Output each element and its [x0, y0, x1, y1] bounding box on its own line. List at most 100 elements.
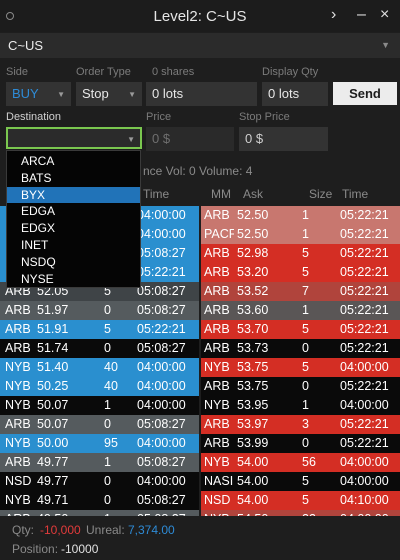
symbol-selector[interactable]: C~US ▼	[0, 33, 400, 58]
bid-row[interactable]: NYB 49.71 0 05:08:27	[0, 491, 199, 510]
bid-size: 40	[104, 360, 118, 374]
ask-row[interactable]: ARB 53.70 5 05:22:21	[201, 320, 400, 339]
ask-price: 53.75	[237, 379, 269, 393]
ask-row[interactable]: ARB 53.75 0 05:22:21	[201, 377, 400, 396]
ask-time: 05:22:21	[340, 303, 389, 317]
bid-time: 05:08:27	[137, 303, 186, 317]
bid-row[interactable]: ARB 51.74 0 05:08:27	[0, 339, 199, 358]
bid-row[interactable]: NSD 49.77 0 04:00:00	[0, 472, 199, 491]
bid-time: 05:22:21	[137, 265, 186, 279]
bid-mm: ARB	[5, 341, 31, 355]
destination-option-arca[interactable]: ARCA	[7, 153, 140, 169]
destination-option-byx[interactable]: BYX	[7, 186, 140, 203]
chevron-right-icon[interactable]: ›	[331, 6, 336, 24]
side-select[interactable]: BUY ▼	[6, 82, 71, 106]
bid-row[interactable]: ARB49.50 1 05:08:27	[0, 510, 199, 516]
ask-price-header: Ask	[243, 187, 264, 201]
ask-row[interactable]: NYB 53.75 5 04:00:00	[201, 358, 400, 377]
ask-price: 54.00	[237, 493, 269, 507]
destination-select[interactable]: ▼	[6, 127, 142, 149]
destination-option-edga[interactable]: EDGA	[7, 203, 140, 219]
ask-time: 05:22:21	[340, 322, 389, 336]
destination-option-edgx[interactable]: EDGX	[7, 220, 140, 236]
send-button[interactable]: Send	[333, 82, 397, 105]
shares-input[interactable]: 0 lots	[146, 82, 257, 106]
stop-price-input[interactable]: 0 $	[239, 127, 328, 151]
bid-row[interactable]: NYB 50.07 1 04:00:00	[0, 396, 199, 415]
destination-option-nyse[interactable]: NYSE	[7, 271, 140, 287]
bid-price: 51.97	[37, 303, 69, 317]
display-qty-input[interactable]: 0 lots	[262, 82, 328, 106]
bid-mm: NYB	[5, 360, 31, 374]
ask-size: 1	[302, 227, 309, 241]
ask-row[interactable]: NYB54.50 22 04:00:00	[201, 510, 400, 516]
bid-time: 05:22:21	[137, 322, 186, 336]
ask-row[interactable]: PACF 52.50 1 05:22:21	[201, 225, 400, 244]
destination-option-inet[interactable]: INET	[7, 237, 140, 253]
ask-size: 5	[302, 265, 309, 279]
display-qty-value: 0 lots	[268, 86, 300, 101]
symbol-value: C~US	[8, 38, 44, 53]
qty-label: Qty:	[12, 523, 35, 537]
ask-row[interactable]: NYB 53.95 1 04:00:00	[201, 396, 400, 415]
ask-mm: NYB	[204, 398, 230, 412]
ask-size: 0	[302, 341, 309, 355]
bid-time: 04:00:00	[137, 379, 186, 393]
price-input[interactable]: 0 $	[146, 127, 234, 151]
ask-mm: NYB	[204, 510, 234, 516]
close-icon[interactable]: ×	[380, 6, 389, 24]
order-type-label: Order Type	[76, 66, 131, 78]
bid-row[interactable]: NYB 51.40 40 04:00:00	[0, 358, 199, 377]
ask-row[interactable]: NASI 54.00 5 04:00:00	[201, 472, 400, 491]
ask-time: 05:22:21	[340, 246, 389, 260]
ask-price: 53.20	[237, 265, 269, 279]
bid-row[interactable]: ARB 49.77 1 05:08:27	[0, 453, 199, 472]
bid-size: 1	[104, 455, 111, 469]
ask-row[interactable]: ARB 53.60 1 05:22:21	[201, 301, 400, 320]
ask-mm: ARB	[204, 303, 230, 317]
chevron-down-icon: ▼	[57, 90, 65, 99]
unreal-label: Unreal:	[86, 523, 125, 537]
bid-mm: NSD	[5, 474, 32, 488]
destination-option-bats[interactable]: BATS	[7, 170, 140, 186]
ask-size: 3	[302, 417, 309, 431]
ask-price: 54.00	[237, 455, 269, 469]
ask-row[interactable]: ARB 53.52 7 05:22:21	[201, 282, 400, 301]
ask-row[interactable]: ARB 53.73 0 05:22:21	[201, 339, 400, 358]
bid-row[interactable]: NYB 50.00 95 04:00:00	[0, 434, 199, 453]
ask-price: 53.75	[237, 360, 269, 374]
ask-row[interactable]: NSD 54.00 5 04:10:00	[201, 491, 400, 510]
price-value: 0 $	[152, 131, 171, 146]
ask-mm: ARB	[204, 265, 230, 279]
ask-row[interactable]: ARB 53.99 0 05:22:21	[201, 434, 400, 453]
bid-mm: NYB	[5, 436, 31, 450]
bid-row[interactable]: NYB 50.25 40 04:00:00	[0, 377, 199, 396]
minimize-icon[interactable]: –	[357, 6, 366, 24]
bid-time: 05:08:27	[137, 341, 186, 355]
ask-size: 0	[302, 436, 309, 450]
position-value: -10000	[61, 542, 99, 556]
ask-row[interactable]: ARB 52.98 5 05:22:21	[201, 244, 400, 263]
bid-row[interactable]: ARB 50.07 0 05:08:27	[0, 415, 199, 434]
ask-size: 7	[302, 284, 309, 298]
ask-size: 56	[302, 455, 316, 469]
bid-time: 04:00:00	[137, 360, 186, 374]
ask-row[interactable]: NYB 54.00 56 04:00:00	[201, 453, 400, 472]
bid-time: 05:08:27	[137, 246, 186, 260]
bid-price: 51.40	[37, 360, 69, 374]
bid-row[interactable]: ARB 51.97 0 05:08:27	[0, 301, 199, 320]
shares-label: 0 shares	[152, 66, 195, 78]
display-qty-label: Display Qty	[262, 66, 319, 78]
ask-price: 52.98	[237, 246, 269, 260]
bid-mm: NYB	[5, 379, 31, 393]
destination-option-nsdq[interactable]: NSDQ	[7, 254, 140, 270]
ask-row[interactable]: ARB 52.50 1 05:22:21	[201, 206, 400, 225]
bid-mm: ARB	[5, 455, 31, 469]
bid-size: 0	[104, 303, 111, 317]
ask-row[interactable]: ARB 53.97 3 05:22:21	[201, 415, 400, 434]
bid-time: 05:08:27	[137, 510, 199, 516]
order-type-select[interactable]: Stop ▼	[76, 82, 142, 106]
ask-size: 5	[302, 246, 309, 260]
ask-row[interactable]: ARB 53.20 5 05:22:21	[201, 263, 400, 282]
bid-row[interactable]: ARB 51.91 5 05:22:21	[0, 320, 199, 339]
